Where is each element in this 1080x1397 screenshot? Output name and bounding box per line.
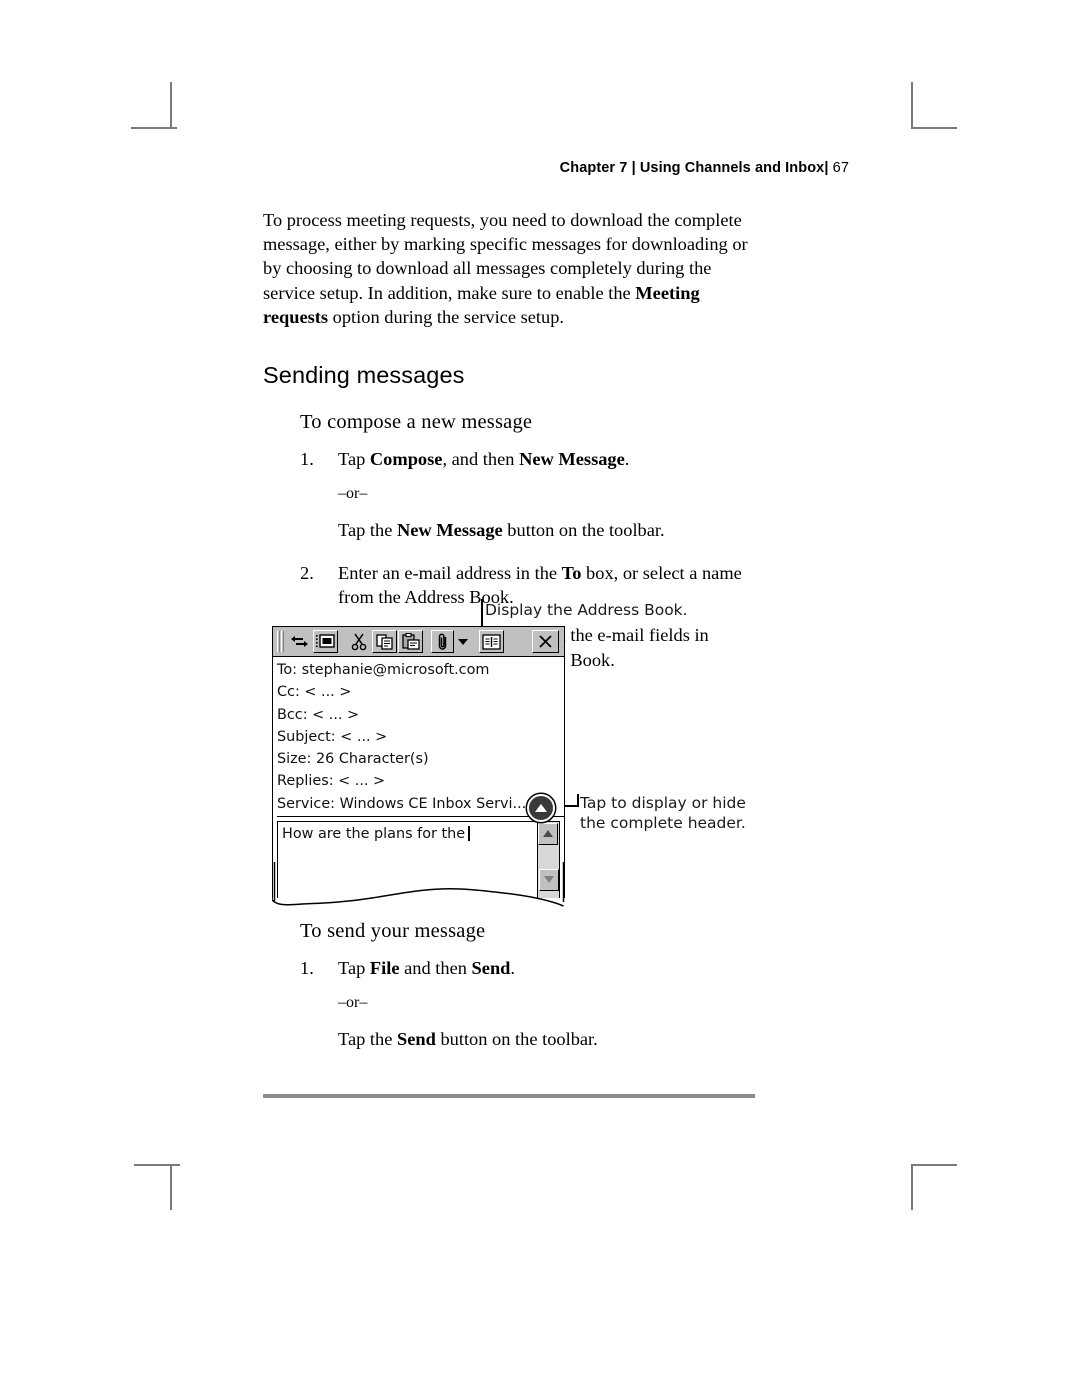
field-service[interactable]: Service: Windows CE Inbox Servi...: [277, 793, 564, 817]
section-heading-sending-messages: Sending messages: [263, 362, 465, 389]
step-number: 1.: [300, 449, 314, 470]
procedure-send-block: To send your message 1. Tap File and the…: [263, 920, 763, 1052]
toolbar: [273, 627, 564, 657]
or-separator: –or–: [338, 485, 368, 503]
field-service-value: Windows CE Inbox Servi...: [339, 795, 527, 812]
callout-leader-header-toggle-vertical: [577, 794, 579, 806]
figure-compose-message-screenshot: Display the Address Book. Tap to display…: [263, 596, 763, 908]
scroll-up-button[interactable]: [538, 822, 558, 845]
header-toggle-button[interactable]: [527, 794, 555, 822]
crop-mark-top-left-vertical: [170, 82, 172, 128]
step2-text-pre: Enter an e-mail address in the: [338, 562, 562, 583]
field-replies-label: Replies:: [277, 773, 334, 790]
send-alt-text-pre: Tap the: [338, 1029, 397, 1050]
field-size-value: 26 Character(s): [315, 751, 429, 767]
callout-address-book: Display the Address Book.: [485, 601, 688, 619]
field-cc[interactable]: Cc: < ... >: [277, 681, 564, 703]
send-alt-bold-send: Send: [396, 1029, 436, 1050]
field-bcc-label: Bcc:: [277, 706, 308, 723]
step-bold-compose: Compose: [369, 449, 443, 470]
callout-header-line1: Tap to display or hide: [580, 794, 746, 812]
device-window: To: stephanie@microsoft.com Cc: < ... > …: [272, 626, 565, 898]
send-alt-text-post: button on the toolbar.: [435, 1029, 598, 1050]
step-item: 1. Tap File and then Send.: [300, 956, 763, 980]
step-bold-new-message: New Message: [519, 449, 625, 470]
crop-mark-bottom-right-vertical: [911, 1164, 913, 1210]
field-bcc[interactable]: Bcc: < ... >: [277, 704, 564, 726]
step-text-mid: , and then: [442, 449, 520, 470]
step-text: Tap Compose, and then New Message.: [338, 447, 763, 471]
message-header-fields: To: stephanie@microsoft.com Cc: < ... > …: [273, 657, 564, 817]
alternate-instruction: Tap the Send button on the toolbar.: [338, 1027, 763, 1051]
step-item: 1. Tap Compose, and then New Message.: [300, 447, 763, 471]
field-cc-label: Cc:: [277, 684, 300, 701]
alt-text-post: button on the toolbar.: [502, 520, 665, 541]
intro-paragraph: To process meeting requests, you need to…: [263, 208, 763, 329]
step-number: 1.: [300, 958, 314, 978]
triangle-up-icon: [535, 804, 547, 812]
callout-header-toggle: Tap to display or hide the complete head…: [580, 794, 746, 834]
running-head-chapter: Chapter 7 | Using Channels and Inbox: [559, 160, 825, 176]
field-to-value: stephanie@microsoft.com: [301, 662, 490, 678]
field-bcc-value: < ... >: [312, 706, 360, 723]
procedure-heading-send: To send your message: [300, 920, 486, 942]
paste-icon[interactable]: [398, 630, 423, 653]
procedure-steps-send: 1. Tap File and then Send. –or– Tap the …: [300, 956, 763, 1052]
field-replies[interactable]: Replies: < ... >: [277, 770, 564, 792]
field-cc-value: < ... >: [304, 684, 352, 701]
close-icon[interactable]: [532, 630, 559, 653]
field-size-label: Size:: [277, 751, 312, 767]
cut-icon[interactable]: [346, 630, 371, 653]
field-subject[interactable]: Subject: < ... >: [277, 726, 564, 748]
alt-bold-new-message: New Message: [396, 520, 503, 541]
field-replies-value: < ... >: [338, 773, 386, 790]
figure-torn-edge: [272, 862, 565, 908]
crop-mark-top-left-horizontal: [131, 127, 177, 129]
field-to[interactable]: To: stephanie@microsoft.com: [277, 659, 564, 681]
field-subject-value: < ... >: [340, 728, 388, 745]
step2-bold-to: To: [561, 562, 582, 583]
running-head-page-number: 67: [832, 160, 849, 176]
copy-icon[interactable]: [372, 630, 397, 653]
text-cursor: [468, 825, 471, 841]
attach-dropdown-icon[interactable]: [455, 630, 471, 653]
crop-mark-bottom-right-horizontal: [911, 1164, 957, 1166]
alternate-instruction: Tap the New Message button on the toolba…: [338, 518, 763, 542]
step-text-pre: Tap: [338, 449, 370, 470]
field-size: Size: 26 Character(s): [277, 748, 564, 770]
crop-mark-bottom-left-horizontal: [134, 1164, 180, 1166]
field-subject-label: Subject:: [277, 728, 336, 745]
new-message-icon[interactable]: [313, 630, 338, 653]
triangle-up-icon: [543, 830, 553, 838]
crop-mark-bottom-left-vertical: [170, 1164, 172, 1210]
intro-text-part2: option during the service setup.: [328, 306, 565, 327]
step-text-post: .: [624, 449, 630, 470]
crop-mark-top-right-horizontal: [911, 127, 957, 129]
message-body-text: How are the plans for the: [278, 822, 559, 842]
attach-icon[interactable]: [431, 630, 454, 653]
alt-text-pre: Tap the: [338, 520, 397, 541]
message-body-value: How are the plans for the: [282, 825, 466, 842]
toolbar-grip[interactable]: [277, 631, 284, 652]
send-step-bold-file: File: [369, 958, 400, 978]
or-separator: –or–: [338, 994, 368, 1012]
crop-mark-top-right-vertical: [911, 82, 913, 128]
send-step-text-mid: and then: [399, 958, 472, 978]
running-head-separator: |: [824, 160, 829, 176]
send-step-bold-send: Send: [471, 958, 511, 978]
callout-header-line2: the complete header.: [580, 813, 746, 832]
send-step-text-post: .: [510, 958, 516, 978]
address-book-icon[interactable]: [479, 630, 504, 653]
step-text: Tap File and then Send.: [338, 956, 763, 980]
procedure-heading-compose: To compose a new message: [300, 411, 533, 434]
field-to-label: To:: [277, 662, 297, 678]
send-step-text-pre: Tap: [338, 958, 370, 978]
running-head: Chapter 7 | Using Channels and Inbox| 67: [0, 160, 1080, 176]
footer-rule: [263, 1094, 755, 1098]
send-icon[interactable]: [287, 630, 312, 653]
field-service-label: Service:: [277, 795, 336, 812]
